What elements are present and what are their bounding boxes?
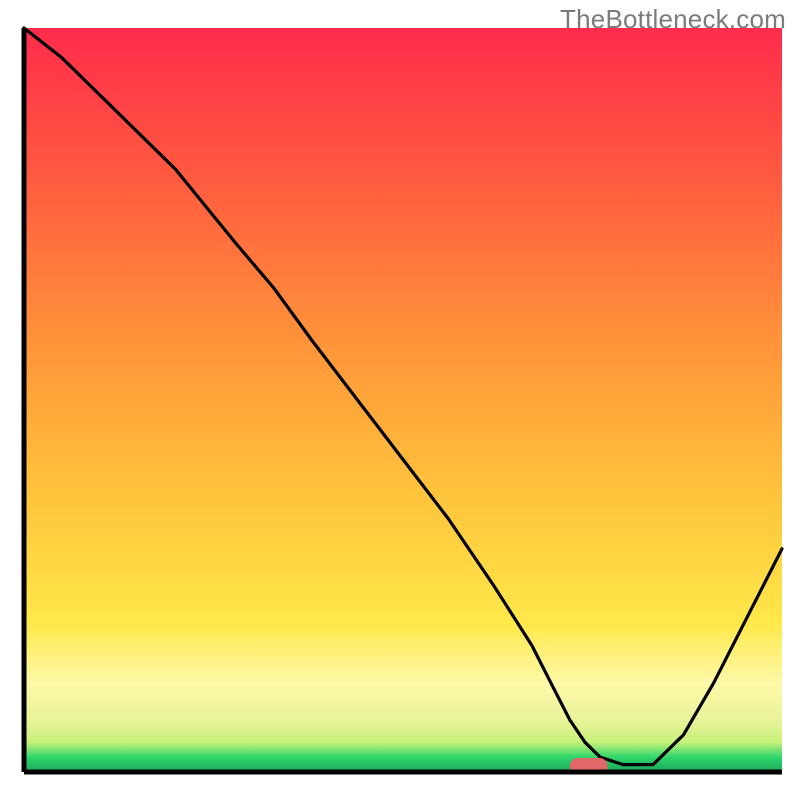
watermark-text: TheBottleneck.com	[560, 4, 786, 35]
chart-svg	[0, 0, 800, 800]
chart-stage: TheBottleneck.com	[0, 0, 800, 800]
gradient-background	[24, 28, 782, 772]
plot-area	[24, 28, 782, 774]
